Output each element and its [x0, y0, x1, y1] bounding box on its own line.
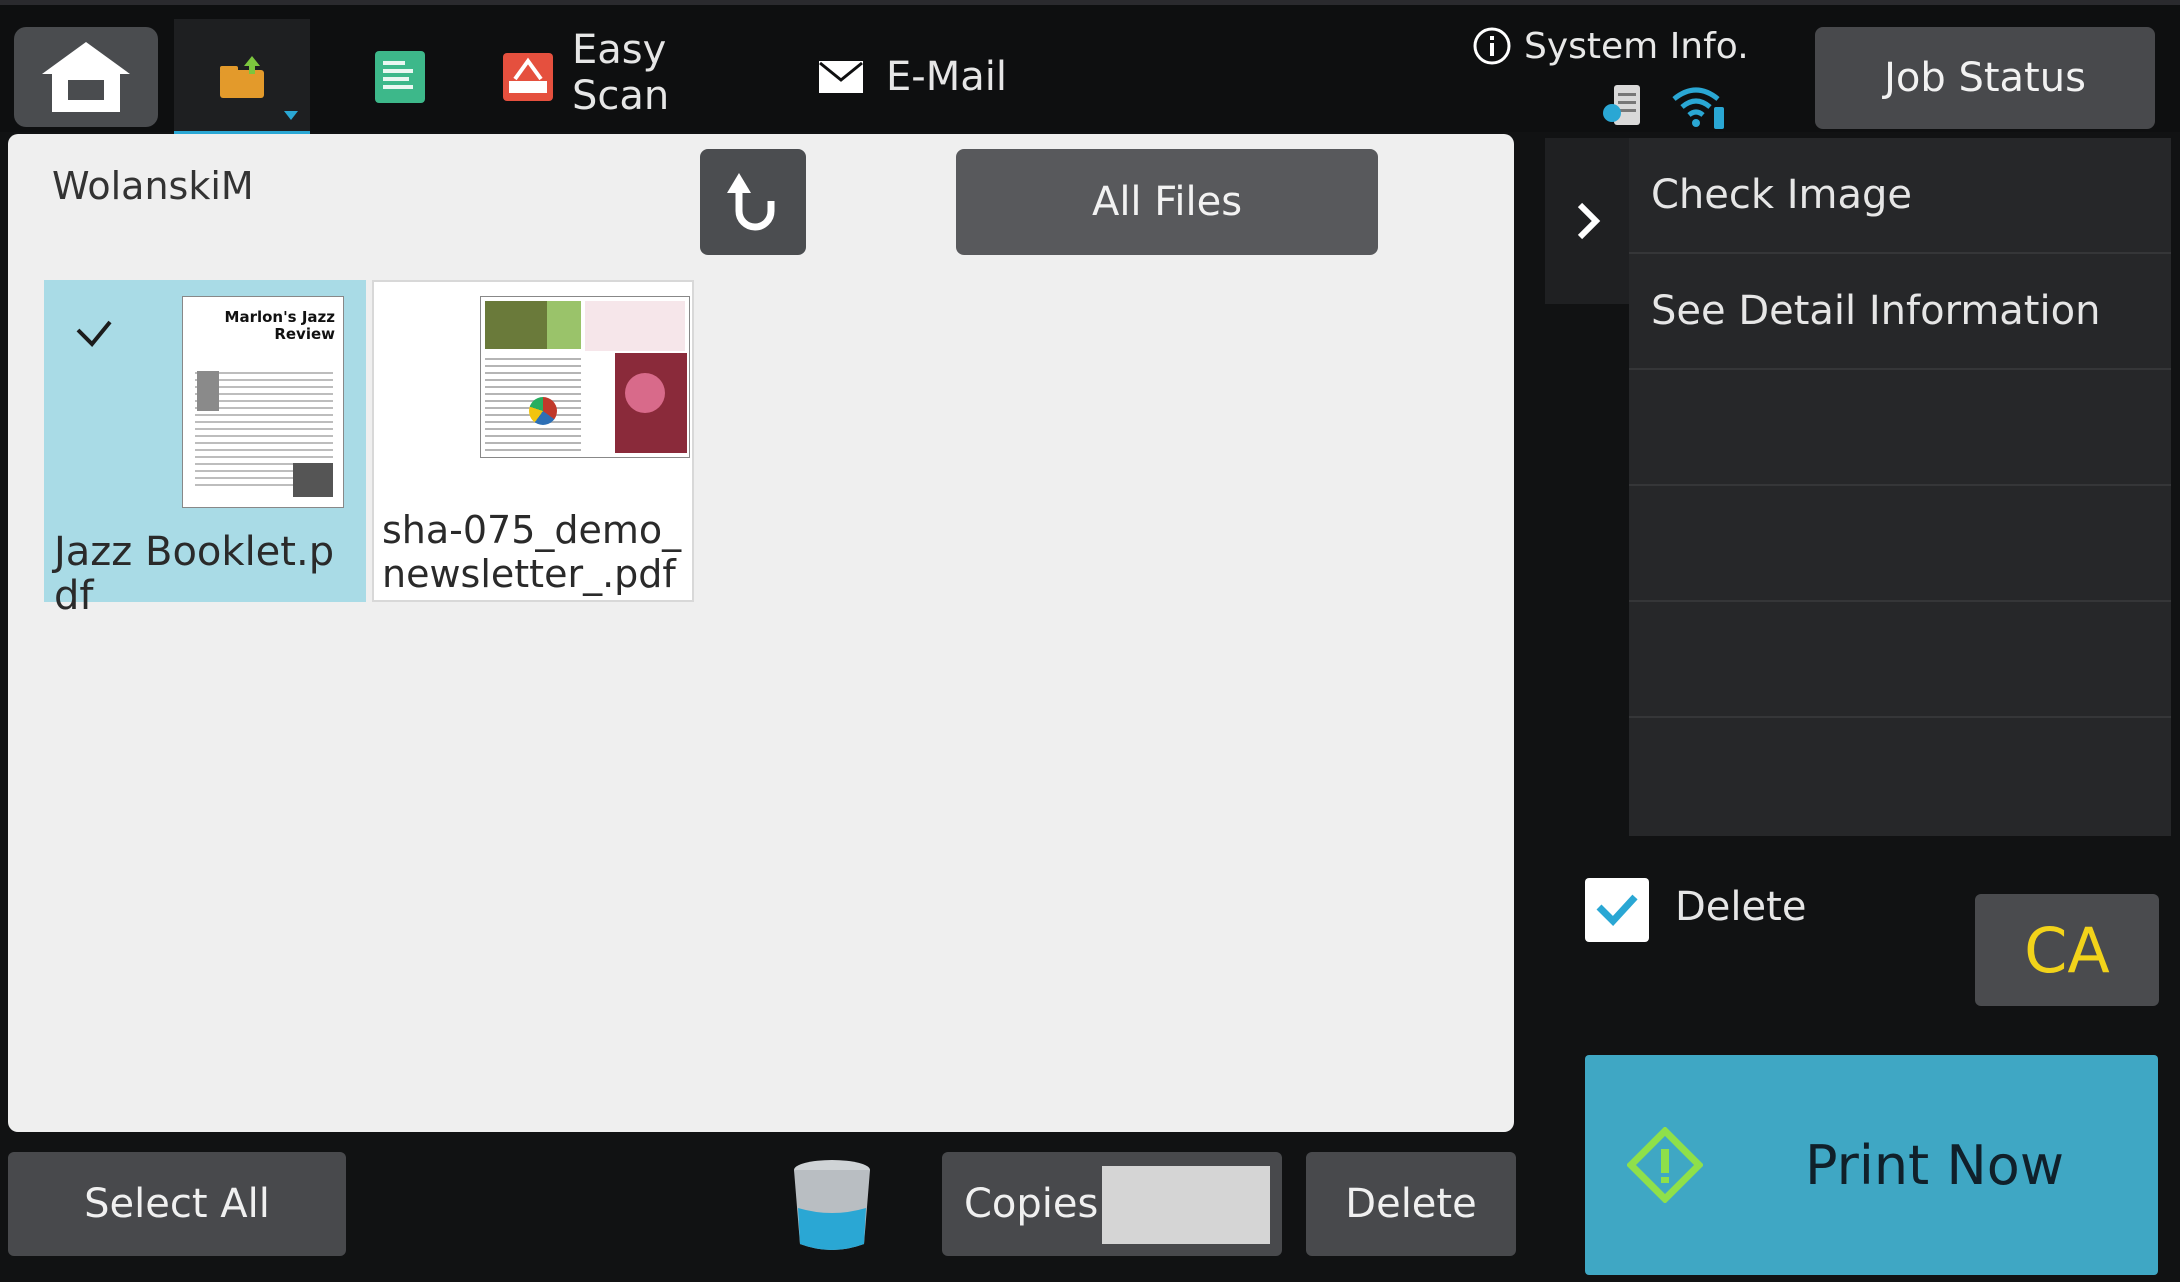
file-tile-jazz-booklet[interactable]: Marlon's Jazz Review Jazz Booklet.pdf [44, 280, 366, 618]
file-tile-demo-newsletter[interactable]: sha-075_demo_newsletter_.pdf [372, 280, 694, 602]
printer-network-icon [1600, 81, 1648, 129]
menu-item-empty [1629, 602, 2171, 718]
envelope-icon [819, 61, 863, 93]
easy-scan-label: Easy Scan [572, 27, 670, 119]
copies-label: Copies [964, 1181, 1099, 1227]
home-icon [42, 42, 130, 112]
info-icon [1473, 27, 1511, 65]
menu-item-check-image[interactable]: Check Image [1629, 138, 2171, 254]
top-bar: Easy Scan E-Mail System Info. Job Status [0, 0, 2180, 137]
print-now-label: Print Now [1805, 1133, 2064, 1197]
file-name-label: sha-075_demo_newsletter_.pdf [382, 508, 682, 596]
tab-easy-scan[interactable]: Easy Scan [500, 27, 680, 127]
file-browser-panel: WolanskiM All Files Marlon's Jazz Review… [8, 134, 1514, 1132]
wifi-icon [1670, 81, 1728, 131]
chevron-right-icon [1577, 202, 1601, 240]
copies-control: Copies [942, 1152, 1282, 1256]
tab-document-filing[interactable] [174, 19, 310, 137]
job-status-button[interactable]: Job Status [1815, 27, 2155, 129]
email-label: E-Mail [886, 54, 1007, 100]
copies-input[interactable] [1102, 1166, 1270, 1244]
checkmark-icon [1596, 894, 1638, 927]
system-info-button[interactable]: System Info. [1472, 23, 1749, 69]
select-all-button[interactable]: Select All [8, 1152, 346, 1256]
copy-icon [375, 51, 425, 103]
delete-after-print-checkbox[interactable] [1585, 878, 1649, 942]
collapse-menu-button[interactable] [1545, 138, 1629, 304]
print-now-button[interactable]: Print Now [1585, 1055, 2158, 1275]
paper-bin-icon [786, 1158, 878, 1256]
menu-item-see-detail-information[interactable]: See Detail Information [1629, 254, 2171, 370]
menu-item-empty [1629, 718, 2171, 834]
action-menu: Check Image See Detail Information [1629, 138, 2171, 836]
return-arrow-icon [727, 173, 775, 231]
up-folder-button[interactable] [700, 149, 806, 255]
file-thumbnail [480, 296, 690, 458]
start-diamond-icon [1627, 1127, 1703, 1203]
file-name-label: Jazz Booklet.pdf [54, 529, 335, 619]
file-thumbnail: Marlon's Jazz Review [182, 296, 344, 508]
system-info-label: System Info. [1524, 25, 1749, 67]
folder-user-label: WolanskiM [52, 164, 254, 208]
clear-all-button[interactable]: CA [1975, 894, 2159, 1006]
menu-item-empty [1629, 370, 2171, 486]
easy-scan-icon [500, 47, 556, 107]
tab-email[interactable]: E-Mail [818, 45, 1018, 109]
delete-button[interactable]: Delete [1306, 1152, 1516, 1256]
folder-upload-icon [214, 53, 270, 103]
home-button[interactable] [14, 27, 158, 127]
chevron-down-icon [284, 111, 298, 120]
checkmark-icon [76, 320, 112, 347]
all-files-button[interactable]: All Files [956, 149, 1378, 255]
delete-checkbox-label: Delete [1675, 884, 1807, 930]
menu-item-empty [1629, 486, 2171, 602]
tab-copy[interactable] [370, 47, 430, 107]
